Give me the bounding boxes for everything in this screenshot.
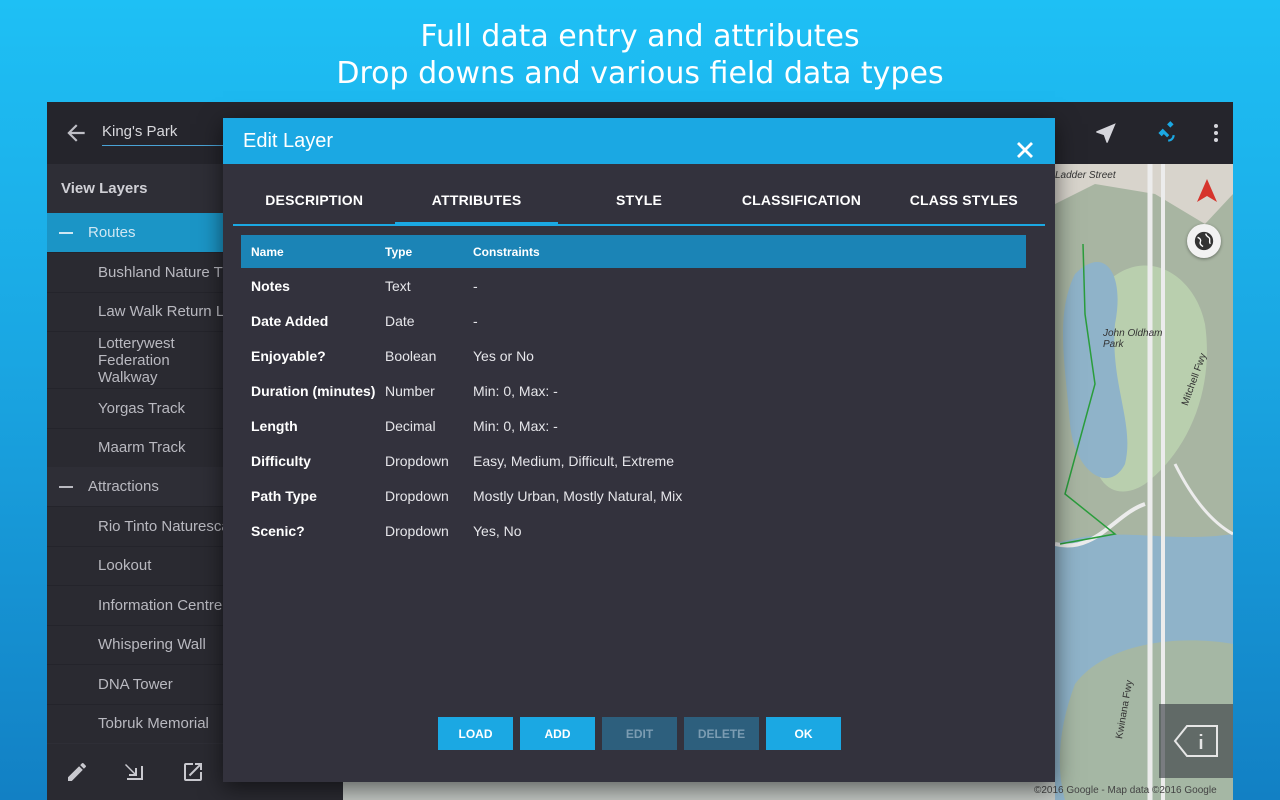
more-vert-icon[interactable]	[1201, 118, 1231, 148]
attr-name: Duration (minutes)	[251, 382, 376, 399]
attr-type: Text	[385, 277, 411, 294]
attr-name: Notes	[251, 277, 290, 294]
attr-type: Dropdown	[385, 487, 449, 504]
attr-type: Boolean	[385, 347, 437, 364]
promo-line-2: Drop downs and various field data types	[336, 56, 944, 91]
sidebar-item-whispering-wall[interactable]: Whispering Wall	[47, 624, 223, 664]
attr-type: Date	[385, 312, 415, 329]
sidebar-item-tobruk[interactable]: Tobruk Memorial	[47, 703, 223, 743]
attr-type: Number	[385, 382, 435, 399]
tab-style[interactable]: STYLE	[558, 182, 720, 224]
dialog-tabs: DESCRIPTION ATTRIBUTES STYLE CLASSIFICAT…	[233, 182, 1045, 226]
attr-constraints: Easy, Medium, Difficult, Extreme	[473, 452, 674, 469]
table-row[interactable]: Date Added Date -	[241, 303, 1026, 338]
attr-name: Length	[251, 417, 298, 434]
map-strip[interactable]	[343, 780, 1055, 800]
close-icon[interactable]	[1015, 131, 1035, 158]
header-constraints: Constraints	[473, 244, 540, 259]
attr-constraints: -	[473, 312, 478, 329]
table-row[interactable]: Duration (minutes) Number Min: 0, Max: -	[241, 373, 1026, 408]
ok-button[interactable]: OK	[766, 717, 841, 750]
attr-name: Difficulty	[251, 452, 311, 469]
attr-name: Scenic?	[251, 522, 305, 539]
sidebar-group-attractions[interactable]: Attractions	[47, 467, 223, 506]
edit-button[interactable]: EDIT	[602, 717, 677, 750]
dialog-title: Edit Layer	[243, 130, 334, 152]
dialog-buttons: LOAD ADD EDIT DELETE OK	[438, 717, 841, 750]
table-row[interactable]: Path Type Dropdown Mostly Urban, Mostly …	[241, 478, 1026, 513]
map-copyright: ©2016 Google - Map data ©2016 Google	[1034, 785, 1217, 796]
pencil-icon[interactable]	[63, 758, 91, 786]
add-button[interactable]: ADD	[520, 717, 595, 750]
promo-caption: Full data entry and attributes Drop down…	[0, 18, 1280, 92]
sidebar-item-dna-tower[interactable]: DNA Tower	[47, 664, 223, 704]
promo-line-1: Full data entry and attributes	[420, 19, 860, 54]
back-arrow-icon[interactable]	[63, 120, 89, 146]
attr-constraints: Min: 0, Max: -	[473, 382, 558, 399]
map-label-ladder-street: Ladder Street	[1055, 170, 1116, 181]
sidebar-header: View Layers	[61, 180, 148, 197]
load-button[interactable]: LOAD	[438, 717, 513, 750]
info-icon[interactable]	[1159, 704, 1233, 778]
layers-sidebar: View Layers Routes Bushland Nature Trail…	[47, 164, 223, 744]
compass-icon[interactable]	[1190, 174, 1224, 208]
attributes-table: Name Type Constraints Notes Text - Date …	[241, 235, 1026, 548]
sidebar-group-routes[interactable]: Routes	[47, 213, 223, 252]
attr-constraints: -	[473, 277, 478, 294]
delete-button[interactable]: DELETE	[684, 717, 759, 750]
globe-icon[interactable]	[1187, 224, 1221, 258]
tab-classification[interactable]: CLASSIFICATION	[720, 182, 882, 224]
sidebar-item-lookout[interactable]: Lookout	[47, 545, 223, 585]
search-input[interactable]: King's Park	[102, 118, 237, 146]
sidebar-item-maarm[interactable]: Maarm Track	[47, 427, 223, 467]
share-icon[interactable]	[179, 758, 207, 786]
sidebar-item-lotterywest[interactable]: Lotterywest Federation Walkway	[47, 331, 223, 388]
sidebar-item-law-walk[interactable]: Law Walk Return Loop	[47, 291, 223, 331]
attr-constraints: Yes or No	[473, 347, 534, 364]
edit-layer-dialog: Edit Layer DESCRIPTION ATTRIBUTES STYLE …	[223, 118, 1055, 782]
attr-type: Dropdown	[385, 452, 449, 469]
collapse-minus-icon[interactable]	[59, 231, 73, 234]
tab-description[interactable]: DESCRIPTION	[233, 182, 395, 224]
table-row[interactable]: Scenic? Dropdown Yes, No	[241, 513, 1026, 548]
table-row[interactable]: Length Decimal Min: 0, Max: -	[241, 408, 1026, 443]
sidebar-group-label: Attractions	[88, 478, 159, 495]
attr-type: Decimal	[385, 417, 436, 434]
dialog-title-bar: Edit Layer	[223, 118, 1055, 164]
attr-name: Path Type	[251, 487, 317, 504]
sidebar-item-information-centre[interactable]: Information Centre	[47, 585, 223, 625]
satellite-icon[interactable]	[1151, 118, 1181, 148]
sidebar-item-yorgas[interactable]: Yorgas Track	[47, 388, 223, 428]
sidebar-group-label: Routes	[88, 224, 136, 241]
table-row[interactable]: Enjoyable? Boolean Yes or No	[241, 338, 1026, 373]
attr-constraints: Yes, No	[473, 522, 522, 539]
navigation-arrow-icon[interactable]	[1091, 118, 1121, 148]
table-row[interactable]: Notes Text -	[241, 268, 1026, 303]
table-header: Name Type Constraints	[241, 235, 1026, 268]
import-icon[interactable]	[120, 758, 148, 786]
attr-type: Dropdown	[385, 522, 449, 539]
header-type: Type	[385, 244, 413, 259]
tab-class-styles[interactable]: CLASS STYLES	[883, 182, 1045, 224]
sidebar-item-rio-tinto[interactable]: Rio Tinto Naturescape	[47, 506, 223, 546]
table-row[interactable]: Difficulty Dropdown Easy, Medium, Diffic…	[241, 443, 1026, 478]
attr-name: Enjoyable?	[251, 347, 326, 364]
attr-constraints: Mostly Urban, Mostly Natural, Mix	[473, 487, 683, 504]
tab-attributes[interactable]: ATTRIBUTES	[395, 182, 559, 226]
sidebar-item-bushland[interactable]: Bushland Nature Trail	[47, 252, 223, 292]
map-label-john-oldham-park: John Oldham Park	[1103, 328, 1163, 350]
attr-name: Date Added	[251, 312, 329, 329]
collapse-minus-icon[interactable]	[59, 485, 73, 488]
attr-constraints: Min: 0, Max: -	[473, 417, 558, 434]
header-name: Name	[251, 244, 284, 259]
